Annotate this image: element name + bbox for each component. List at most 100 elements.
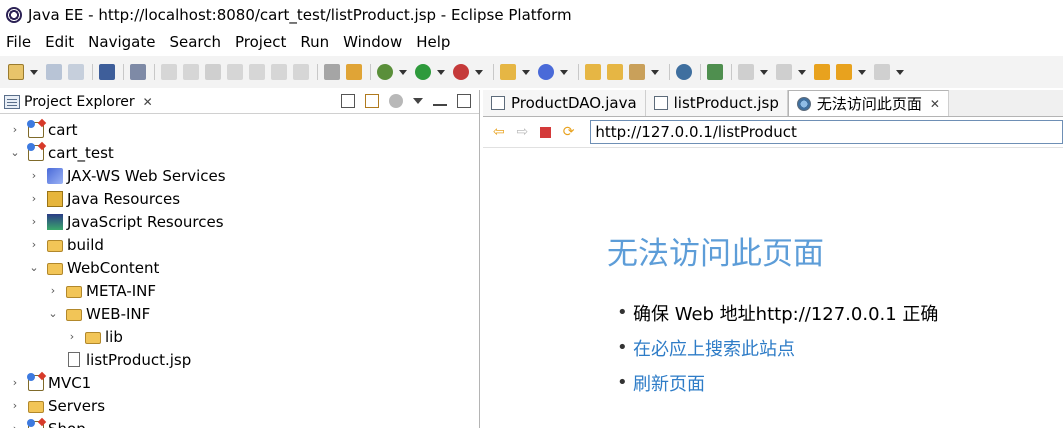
annotation-icon[interactable] — [707, 64, 723, 80]
tree-item-java-resources[interactable]: › Java Resources — [0, 187, 479, 210]
tab-productdao-java[interactable]: ProductDAO.java — [483, 90, 646, 116]
maximize-icon[interactable] — [457, 94, 471, 108]
filter-icon[interactable] — [389, 94, 403, 108]
step-over-icon[interactable] — [271, 64, 287, 80]
tree-item-shop[interactable]: › Shop — [0, 417, 479, 428]
debug-icon[interactable] — [377, 64, 393, 80]
tree-item-web-inf[interactable]: ⌄ WEB-INF — [0, 302, 479, 325]
menu-window[interactable]: Window — [343, 33, 402, 51]
tree-item-meta-inf[interactable]: › META-INF — [0, 279, 479, 302]
tree-item-listproduct-jsp[interactable]: listProduct.jsp — [0, 348, 479, 371]
menu-project[interactable]: Project — [235, 33, 286, 51]
link-with-editor-icon[interactable] — [365, 94, 379, 108]
chevron-right-icon[interactable]: › — [29, 169, 39, 182]
menu-help[interactable]: Help — [416, 33, 450, 51]
refresh-page-link[interactable]: 刷新页面 — [607, 365, 938, 400]
tab-label: 无法访问此页面 — [816, 95, 922, 113]
tree-item-build[interactable]: › build — [0, 233, 479, 256]
step-return-icon[interactable] — [293, 64, 309, 80]
chevron-right-icon[interactable]: › — [10, 376, 20, 389]
new-dropdown-arrow-icon[interactable] — [30, 69, 38, 75]
resume-icon[interactable] — [161, 64, 177, 80]
chevron-down-icon[interactable]: ⌄ — [48, 307, 58, 320]
chevron-right-icon[interactable]: › — [48, 284, 58, 297]
tree-item-lib[interactable]: › lib — [0, 325, 479, 348]
disconnect-icon[interactable] — [227, 64, 243, 80]
menu-file[interactable]: File — [6, 33, 31, 51]
chevron-right-icon[interactable]: › — [67, 330, 77, 343]
new-server-dropdown-arrow-icon[interactable] — [522, 69, 530, 75]
back-icon[interactable] — [836, 64, 852, 80]
project-explorer-tab[interactable]: Project Explorer ✕ — [4, 94, 153, 110]
new-file-icon[interactable] — [8, 64, 24, 80]
menu-navigate[interactable]: Navigate — [88, 33, 155, 51]
previous-annotation-dropdown-arrow-icon[interactable] — [798, 69, 806, 75]
chevron-right-icon[interactable]: › — [29, 215, 39, 228]
search-bing-link[interactable]: 在必应上搜索此站点 — [607, 330, 938, 365]
chevron-right-icon[interactable]: › — [29, 192, 39, 205]
chevron-right-icon[interactable]: › — [10, 422, 20, 428]
browser-stop-icon[interactable] — [540, 126, 551, 138]
close-tab-icon[interactable]: ✕ — [930, 97, 940, 111]
last-edit-location-icon[interactable] — [814, 64, 830, 80]
tree-item-webcontent[interactable]: ⌄ WebContent — [0, 256, 479, 279]
forward-dropdown-arrow-icon[interactable] — [896, 69, 904, 75]
tree-item-mvc1[interactable]: › MVC1 — [0, 371, 479, 394]
chevron-right-icon[interactable]: › — [29, 238, 39, 251]
console-icon[interactable] — [99, 64, 115, 80]
tree-item-jax-ws[interactable]: › JAX-WS Web Services — [0, 164, 479, 187]
close-explorer-icon[interactable]: ✕ — [143, 95, 153, 109]
run-icon[interactable] — [415, 64, 431, 80]
use-step-filters-icon[interactable] — [346, 64, 362, 80]
new-class-dropdown-arrow-icon[interactable] — [560, 69, 568, 75]
browser-refresh-icon[interactable]: ⟳ — [561, 124, 577, 140]
new-server-icon[interactable] — [500, 64, 516, 80]
collapse-all-icon[interactable] — [341, 94, 355, 108]
chevron-right-icon[interactable]: › — [10, 399, 20, 412]
drop-to-frame-icon[interactable] — [324, 64, 340, 80]
chevron-right-icon[interactable]: › — [10, 123, 20, 136]
chevron-down-icon[interactable]: ⌄ — [29, 261, 39, 274]
menu-edit[interactable]: Edit — [45, 33, 74, 51]
step-into-icon[interactable] — [249, 64, 265, 80]
back-dropdown-arrow-icon[interactable] — [858, 69, 866, 75]
error-title: 无法访问此页面 — [607, 236, 824, 272]
external-tools-dropdown-arrow-icon[interactable] — [475, 69, 483, 75]
browser-url-input[interactable] — [590, 120, 1063, 144]
menu-search[interactable]: Search — [169, 33, 221, 51]
forward-icon[interactable] — [874, 64, 890, 80]
external-tools-icon[interactable] — [453, 64, 469, 80]
minimize-icon[interactable] — [433, 96, 447, 106]
tree-item-javascript-resources[interactable]: › JavaScript Resources — [0, 210, 479, 233]
next-annotation-dropdown-arrow-icon[interactable] — [760, 69, 768, 75]
open-type-icon[interactable] — [585, 64, 601, 80]
next-annotation-icon[interactable] — [738, 64, 754, 80]
menu-run[interactable]: Run — [300, 33, 329, 51]
jsp-file-icon — [653, 96, 668, 110]
suspend-icon[interactable] — [183, 64, 199, 80]
open-web-browser-icon[interactable] — [676, 64, 692, 80]
tree-item-label: META-INF — [86, 281, 157, 300]
debug-dropdown-arrow-icon[interactable] — [399, 69, 407, 75]
run-dropdown-arrow-icon[interactable] — [437, 69, 445, 75]
save-icon[interactable] — [46, 64, 62, 80]
search-dropdown-arrow-icon[interactable] — [651, 69, 659, 75]
tree-item-cart[interactable]: › cart — [0, 118, 479, 141]
project-icon — [27, 372, 44, 391]
terminate-icon[interactable] — [205, 64, 221, 80]
tab-web-browser[interactable]: 无法访问此页面 ✕ — [787, 90, 949, 116]
tree-item-cart-test[interactable]: ⌄ cart_test — [0, 141, 479, 164]
browser-forward-icon[interactable]: ⇨ — [515, 124, 531, 140]
save-all-icon[interactable] — [68, 64, 84, 80]
previous-annotation-icon[interactable] — [776, 64, 792, 80]
browser-back-icon[interactable]: ⇦ — [491, 124, 507, 140]
toolbar-separator — [493, 64, 494, 80]
search-tool-icon[interactable] — [629, 64, 645, 80]
open-task-icon[interactable] — [607, 64, 623, 80]
tree-item-servers[interactable]: › Servers — [0, 394, 479, 417]
new-java-class-icon[interactable] — [538, 64, 554, 80]
skip-breakpoints-icon[interactable] — [130, 64, 146, 80]
chevron-down-icon[interactable]: ⌄ — [10, 146, 20, 159]
tab-listproduct-jsp[interactable]: listProduct.jsp — [645, 90, 788, 116]
view-menu-icon[interactable] — [413, 98, 423, 104]
